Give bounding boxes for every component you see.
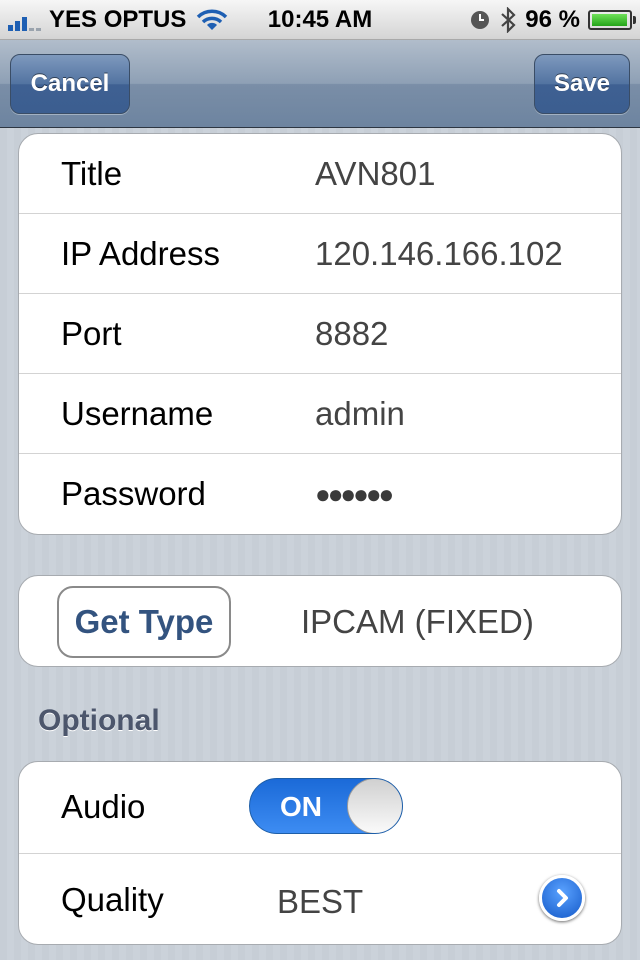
port-field[interactable]: 8882 [315,294,388,374]
toggle-on-label: ON [280,791,322,822]
cancel-button[interactable]: Cancel [10,54,130,114]
title-field[interactable]: AVN801 [315,134,435,214]
field-row-username[interactable]: Username admin [19,374,621,454]
optional-section-header: Optional [38,704,160,737]
get-type-group: Get Type IPCAM (FIXED) [18,575,622,667]
camera-type-value: IPCAM (FIXED) [301,603,534,640]
battery-icon [588,10,636,30]
get-type-button[interactable]: Get Type [57,586,231,658]
password-field[interactable]: ●●●●●● [315,454,394,534]
field-row-port[interactable]: Port 8882 [19,294,621,374]
disclosure-icon[interactable] [539,875,585,921]
field-row-title[interactable]: Title AVN801 [19,134,621,214]
quality-row[interactable]: Quality BEST [19,854,621,944]
toggle-knob [347,779,402,833]
field-label: Title [61,155,123,192]
field-label: Port [61,315,122,352]
save-button[interactable]: Save [534,54,630,114]
field-row-ip-address[interactable]: IP Address 120.146.166.102 [19,214,621,294]
field-label: Username [61,395,214,432]
navigation-bar: Cancel Save [0,40,640,128]
connection-fields-group: Title AVN801 IP Address 120.146.166.102 … [18,133,622,535]
quality-label: Quality [61,881,164,918]
status-bar: YES OPTUS 10:45 AM 96 % [0,0,640,40]
quality-value: BEST [277,883,364,920]
bluetooth-icon [501,7,516,33]
optional-group: Audio ON Quality BEST [18,761,622,945]
clock-icon [471,11,490,29]
audio-label: Audio [61,788,146,825]
audio-toggle[interactable]: ON [249,778,403,834]
field-label: IP Address [61,235,220,272]
field-label: Password [61,475,206,512]
ip-address-field[interactable]: 120.146.166.102 [315,214,563,294]
audio-row: Audio ON [19,762,621,854]
field-row-password[interactable]: Password ●●●●●● [19,454,621,534]
username-field[interactable]: admin [315,374,405,454]
battery-percent: 96 % [525,6,580,33]
status-right: 96 % [469,6,636,34]
